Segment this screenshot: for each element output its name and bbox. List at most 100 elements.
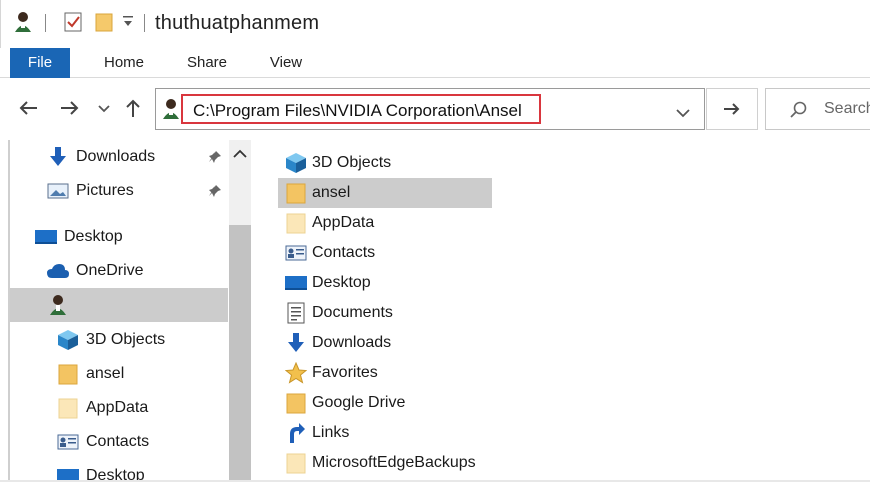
up-button[interactable] (124, 98, 142, 118)
desktop-icon (284, 271, 308, 295)
recent-locations-button[interactable] (98, 105, 110, 113)
folder-icon (56, 362, 80, 386)
desktop-icon (34, 225, 58, 249)
list-item-label: Favorites (312, 364, 378, 381)
3d-objects-icon (284, 151, 308, 175)
tab-share[interactable]: Share (181, 48, 233, 78)
tab-view[interactable]: View (262, 48, 310, 78)
nav-item-contacts[interactable]: Contacts (56, 425, 149, 459)
separator (45, 14, 46, 32)
nav-item-ansel[interactable]: ansel (56, 357, 124, 391)
nav-item-label: Desktop (64, 228, 123, 245)
3d-objects-icon (56, 328, 80, 352)
nav-item-label: AppData (86, 399, 149, 416)
list-item-label: Downloads (312, 334, 392, 351)
nav-scrollbar-thumb[interactable] (229, 225, 251, 482)
arrow-right-icon (724, 103, 740, 115)
star-icon (284, 361, 308, 385)
list-item-label: Documents (312, 304, 393, 321)
search-box[interactable]: Search (765, 88, 870, 130)
nav-item-desktop[interactable]: Desktop (34, 220, 123, 254)
nav-selection-highlight (10, 288, 228, 322)
list-item-label: AppData (312, 214, 375, 231)
address-path[interactable]: C:\Program Files\NVIDIA Corporation\Anse… (193, 101, 522, 121)
tab-home[interactable]: Home (96, 48, 152, 78)
list-item-documents[interactable]: Documents (278, 298, 492, 328)
pin-icon[interactable] (208, 150, 222, 164)
tab-file[interactable]: File (10, 48, 70, 78)
pin-icon[interactable] (208, 184, 222, 198)
ribbon-tabs: File Home Share View (0, 48, 870, 78)
nav-item-appdata[interactable]: AppData (56, 391, 148, 425)
nav-item-label: Contacts (86, 433, 150, 450)
list-item-label: Google Drive (312, 394, 406, 411)
user-icon (162, 98, 180, 125)
folder-light-icon (284, 211, 308, 235)
title-bar: thuthuatphanmem (0, 0, 870, 48)
address-bar[interactable]: C:\Program Files\NVIDIA Corporation\Anse… (155, 88, 705, 130)
go-button[interactable] (706, 88, 758, 130)
arrow-right-icon (61, 101, 79, 115)
properties-check-icon[interactable] (63, 11, 83, 33)
nav-item-label: Downloads (76, 148, 156, 165)
list-item-appdata[interactable]: AppData (278, 208, 492, 238)
customize-toolbar-icon[interactable] (122, 13, 134, 29)
list-item-favorites[interactable]: Favorites (278, 358, 492, 388)
arrow-left-icon (19, 101, 37, 115)
file-list: 3D Objects ansel AppData Contacts Deskto… (278, 148, 870, 482)
chevron-down-icon (98, 105, 110, 113)
pictures-icon (46, 179, 70, 203)
list-item-contacts[interactable]: Contacts (278, 238, 492, 268)
folder-light-icon (284, 451, 308, 475)
list-item-ansel[interactable]: ansel (278, 178, 492, 208)
window-title: thuthuatphanmem (155, 12, 320, 34)
chevron-down-icon (676, 109, 690, 118)
folder-light-icon (56, 396, 80, 420)
links-icon (284, 421, 308, 445)
contacts-icon (284, 241, 308, 265)
folder-icon (284, 391, 308, 415)
back-button[interactable] (18, 100, 38, 116)
list-item-label: Contacts (312, 244, 376, 261)
address-dropdown-button[interactable] (676, 105, 690, 123)
separator (144, 14, 145, 32)
folder-icon (284, 181, 308, 205)
list-item-microsoftedgebackups[interactable]: MicrosoftEdgeBackups (278, 448, 492, 478)
scroll-up-icon[interactable] (233, 146, 247, 164)
list-item-links[interactable]: Links (278, 418, 492, 448)
nav-item-user-folder[interactable] (46, 288, 76, 322)
nav-item-label: OneDrive (76, 262, 144, 279)
search-placeholder: Search (824, 100, 870, 117)
list-item-3d-objects[interactable]: 3D Objects (278, 148, 492, 178)
navigation-pane: Downloads Pictures Desktop OneDrive 3D O… (10, 140, 254, 482)
nav-item-pictures[interactable]: Pictures (46, 174, 134, 208)
address-row: C:\Program Files\NVIDIA Corporation\Anse… (0, 78, 870, 140)
list-item-label: MicrosoftEdgeBackups (312, 454, 476, 471)
list-item-label: ansel (312, 184, 351, 201)
user-icon (46, 293, 70, 317)
arrow-up-icon (126, 99, 140, 117)
user-icon[interactable] (13, 11, 33, 33)
list-item-label: Links (312, 424, 350, 441)
documents-icon (284, 301, 308, 325)
cloud-icon (46, 259, 70, 283)
nav-item-desktop-2[interactable]: Desktop (56, 459, 145, 482)
list-item-downloads[interactable]: Downloads (278, 328, 492, 358)
nav-item-downloads[interactable]: Downloads (46, 140, 155, 174)
contacts-icon (56, 430, 80, 454)
forward-button[interactable] (60, 100, 80, 116)
search-icon (790, 101, 808, 124)
list-item-google-drive[interactable]: Google Drive (278, 388, 492, 418)
download-arrow-icon (46, 145, 70, 169)
address-highlight-box: C:\Program Files\NVIDIA Corporation\Anse… (181, 94, 541, 124)
new-folder-icon[interactable] (95, 11, 113, 33)
nav-item-label: ansel (86, 365, 125, 382)
nav-item-label: 3D Objects (86, 331, 166, 348)
nav-item-label: Pictures (76, 182, 134, 199)
list-item-label: 3D Objects (312, 154, 392, 171)
download-arrow-icon (284, 331, 308, 355)
nav-item-3d-objects[interactable]: 3D Objects (56, 323, 165, 357)
list-item-desktop[interactable]: Desktop (278, 268, 492, 298)
list-item-label: Desktop (312, 274, 371, 291)
nav-item-onedrive[interactable]: OneDrive (46, 254, 144, 288)
